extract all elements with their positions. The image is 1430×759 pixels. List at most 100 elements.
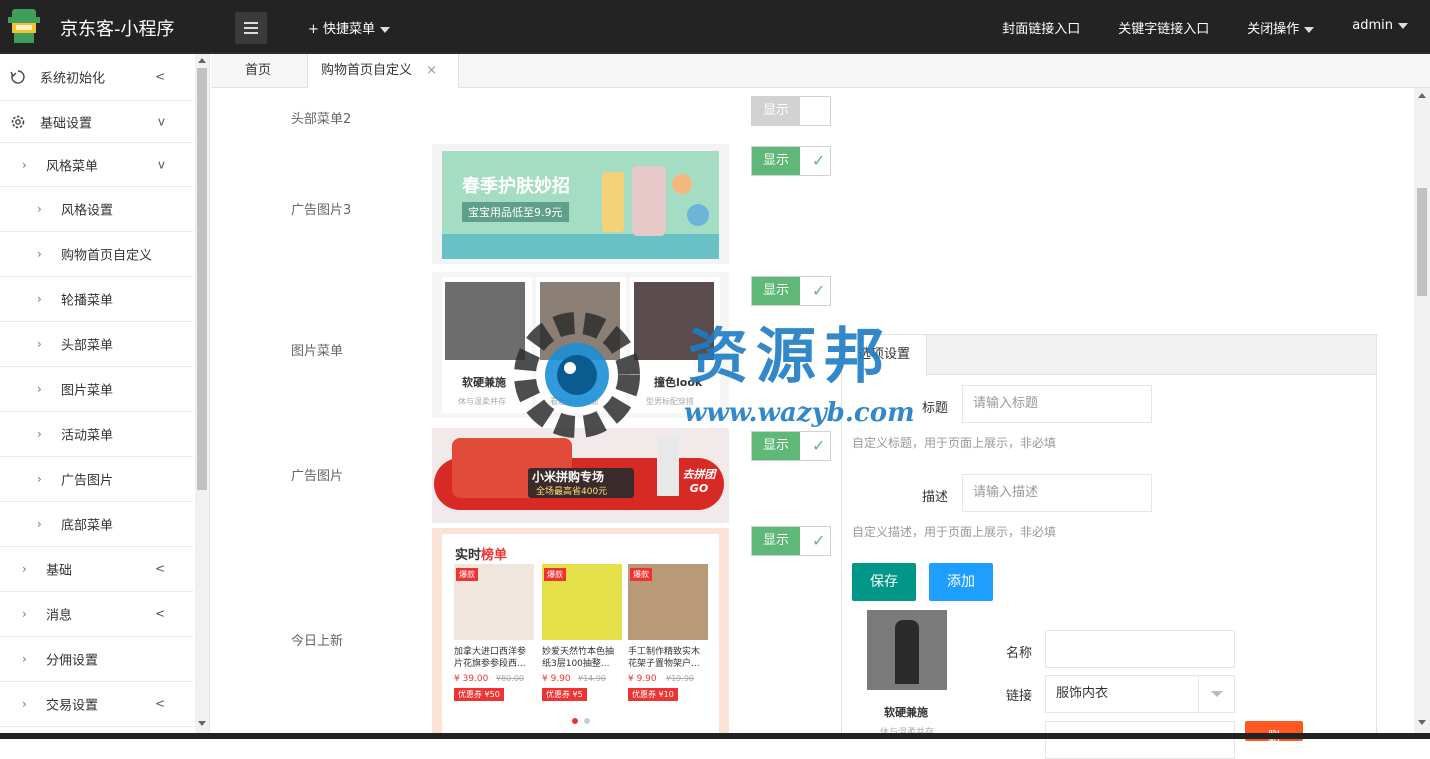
sidebar-item-label: 头部菜单 (61, 338, 114, 354)
chevron-down-icon: v (157, 156, 165, 171)
quick-menu-label: + 快捷菜单 (308, 22, 376, 37)
sidebar-item-message[interactable]: › 消息 < (0, 592, 193, 637)
chevron-down-icon: v (157, 113, 165, 128)
pager-dot-active (572, 718, 578, 724)
ad-image3-toggle[interactable]: 显示 ✓ (751, 146, 831, 176)
image-menu-caption: 撞色look (654, 376, 703, 389)
sidebar-item-label: 风格菜单 (46, 159, 99, 174)
title-input[interactable]: 请输入标题 (962, 385, 1152, 423)
chevron-left-icon: < (154, 696, 165, 711)
link-select[interactable]: 服饰内衣 (1045, 675, 1235, 713)
sidebar-item-carousel-menu[interactable]: › 轮播菜单 (0, 277, 193, 322)
sidebar-item-commission[interactable]: › 分佣设置 (0, 637, 193, 682)
sidebar-item-footer-menu[interactable]: › 底部菜单 (0, 502, 193, 547)
sidebar-item-basic[interactable]: › 基础 < (0, 547, 193, 592)
hot-badge: 爆款 (544, 568, 566, 581)
sidebar-scroll-thumb[interactable] (197, 68, 207, 490)
title-hint: 自定义标题，用于页面上展示，非必填 (852, 436, 1057, 450)
user-menu-dropdown[interactable]: admin (1352, 18, 1408, 37)
product-price: ¥ 39.00 (454, 674, 489, 684)
sidebar-item-activity-menu[interactable]: › 活动菜单 (0, 412, 193, 457)
sidebar-scrollbar[interactable] (195, 54, 209, 739)
sidebar-item-label: 基础 (46, 563, 73, 579)
cover-link-entry[interactable]: 封面链接入口 (1002, 18, 1080, 37)
image-menu-toggle[interactable]: 显示 ✓ (751, 276, 831, 306)
sidebar-item-label: 广告图片 (61, 473, 114, 489)
tab-home[interactable]: 首页 (245, 54, 271, 88)
chevron-right-icon: › (22, 562, 27, 576)
page-tabs: 首页 购物首页自定义 × (211, 54, 1430, 89)
panel-header: 选项设置 (842, 335, 1376, 376)
desc-input[interactable]: 请输入描述 (962, 474, 1152, 512)
quick-menu-dropdown[interactable]: + 快捷菜单 (308, 18, 391, 37)
check-icon: ✓ (812, 281, 826, 300)
extra-input[interactable] (1045, 721, 1235, 759)
chevron-left-icon: < (154, 606, 165, 621)
sidebar-item-label: 交易设置 (46, 698, 99, 714)
scroll-up-icon[interactable] (198, 58, 206, 63)
scroll-up-icon[interactable] (1418, 93, 1426, 98)
sidebar-item-style-settings[interactable]: › 风格设置 (0, 187, 193, 232)
toggle-label: 显示 (752, 527, 800, 555)
gear-icon (10, 114, 26, 130)
close-ops-label: 关闭操作 (1247, 22, 1300, 37)
hot-badge: 爆款 (456, 568, 478, 581)
product-price: ¥ 9.90 (542, 674, 571, 684)
sidebar-item-trade-settings[interactable]: › 交易设置 < (0, 682, 193, 727)
sidebar-item-label: 分佣设置 (46, 653, 99, 669)
chevron-right-icon: › (22, 652, 27, 666)
close-icon[interactable]: × (426, 63, 437, 78)
chevron-left-icon: < (154, 69, 165, 84)
check-icon: ✓ (812, 531, 826, 550)
product-name: 妙爱天然竹本色抽纸3层100抽整... (542, 647, 615, 669)
refresh-icon (10, 69, 26, 85)
chevron-right-icon: › (22, 697, 27, 711)
sidebar-item-style-menu[interactable]: › 风格菜单 v (0, 143, 193, 187)
ad-image-toggle[interactable]: 显示 ✓ (751, 431, 831, 461)
ad-banner-subtitle: 全场最高省400元 (536, 487, 608, 497)
chevron-right-icon: › (22, 157, 27, 172)
chevron-right-icon: › (22, 607, 27, 621)
sidebar-item-label: 图片菜单 (61, 383, 114, 399)
sidebar-item-ad-image[interactable]: › 广告图片 (0, 457, 193, 502)
sidebar-item-header-menu[interactable]: › 头部菜单 (0, 322, 193, 367)
row-label: 广告图片3 (291, 203, 352, 218)
sidebar-item-label: 活动菜单 (61, 428, 114, 444)
image-menu-preview: 软硬兼施 撞色look 休与温柔并存 看起来很风潮 型男标配穿搭 (432, 272, 729, 418)
options-panel: 选项设置 标题 请输入标题 自定义标题，用于页面上展示，非必填 描述 请输入描述… (841, 334, 1377, 759)
tab-home-custom[interactable]: 购物首页自定义 × (307, 54, 459, 89)
sidebar-item-home-custom[interactable]: › 购物首页自定义 (0, 232, 193, 277)
scroll-down-icon[interactable] (198, 721, 206, 726)
header-menu2-toggle[interactable]: 显示 (751, 96, 831, 126)
link-select-value: 服饰内衣 (1056, 686, 1109, 701)
today-new-toggle[interactable]: 显示 ✓ (751, 526, 831, 556)
tab-options-settings[interactable]: 选项设置 (842, 335, 927, 376)
sidebar-item-basic-settings[interactable]: 基础设置 v (0, 101, 193, 143)
image-menu-caption: 软硬兼施 (462, 376, 506, 389)
title-label: 标题 (921, 401, 948, 416)
scroll-down-icon[interactable] (1418, 720, 1426, 725)
sidebar-item-system-init[interactable]: 系统初始化 < (0, 54, 193, 101)
sidebar-item-image-menu[interactable]: › 图片菜单 (0, 367, 193, 412)
ad-banner-cta: 去拼团GO (682, 468, 716, 495)
main-scroll-thumb[interactable] (1417, 188, 1427, 296)
image-menu-sub: 型男标配穿搭 (646, 397, 694, 406)
chevron-right-icon: › (37, 472, 42, 486)
main-scrollbar[interactable] (1414, 88, 1430, 733)
ad-banner-image: 小米拼购专场 全场最高省400元 去拼团GO (432, 428, 729, 523)
check-icon: ✓ (812, 151, 826, 170)
sidebar-item-label: 消息 (46, 608, 73, 624)
save-button[interactable]: 保存 (852, 563, 916, 601)
add-button[interactable]: 添加 (929, 563, 993, 601)
sidebar-item-label: 风格设置 (61, 203, 114, 219)
menu-toggle-button[interactable] (235, 12, 267, 44)
close-ops-dropdown[interactable]: 关闭操作 (1247, 18, 1315, 37)
keyword-link-entry[interactable]: 关键字链接入口 (1118, 18, 1209, 37)
chevron-right-icon: › (37, 517, 42, 531)
banner3-subtitle: 宝宝用品低至9.9元 (462, 202, 569, 222)
name-input[interactable] (1045, 630, 1235, 668)
tab-label: 购物首页自定义 (321, 63, 413, 78)
caret-down-icon (1304, 26, 1315, 33)
toggle-label: 显示 (752, 432, 800, 460)
item-thumbnail (867, 610, 947, 690)
